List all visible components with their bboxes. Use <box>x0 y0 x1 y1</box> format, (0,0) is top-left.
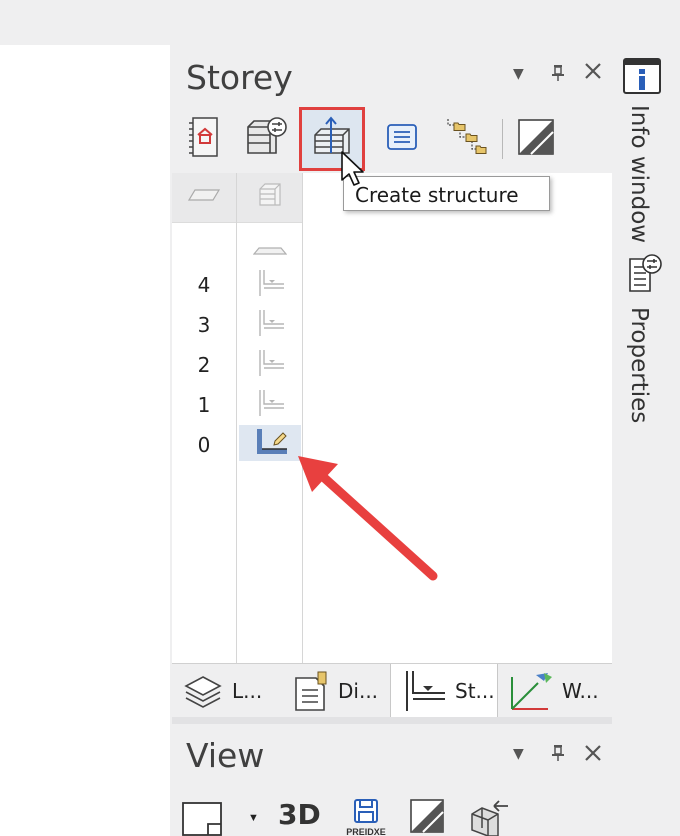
storey-number[interactable]: 3 <box>194 313 214 337</box>
mouse-cursor-icon <box>341 151 364 186</box>
panel-splitter[interactable] <box>172 717 612 724</box>
create-structure-tooltip: Create structure <box>343 176 550 211</box>
properties-icon[interactable] <box>626 253 664 298</box>
storey-toolbar <box>172 105 612 173</box>
document-icon <box>292 670 330 712</box>
3d-view-button[interactable]: 3D <box>278 798 321 831</box>
viewport-button[interactable] <box>182 802 224 836</box>
storey-number[interactable]: 0 <box>194 433 214 457</box>
layers-icon <box>182 671 224 711</box>
close-icon[interactable] <box>583 61 603 85</box>
list-icon <box>385 122 419 157</box>
walk-view-button[interactable] <box>468 798 512 836</box>
view-display-button[interactable] <box>409 798 445 836</box>
tab-label: W... <box>562 678 599 703</box>
view-toolbar: ▼ 3D PREIDXE <box>172 790 612 836</box>
structure-tree-button[interactable] <box>436 105 492 173</box>
tab-workspace[interactable]: W... <box>498 664 612 717</box>
panel-menu-chevron-icon[interactable]: ▼ <box>513 66 524 82</box>
view-panel-title: View <box>186 736 265 775</box>
cube-icon <box>256 181 284 214</box>
toolbar-separator <box>502 119 503 159</box>
storey-level-icon[interactable] <box>253 268 287 298</box>
save-icon <box>353 799 379 828</box>
viewport-icon <box>182 802 224 836</box>
pin-icon[interactable] <box>550 744 566 766</box>
info-window-icon[interactable] <box>622 57 662 100</box>
tab-label: L... <box>232 678 263 703</box>
storey-level-icon[interactable] <box>253 388 287 418</box>
properties-tab[interactable]: Properties <box>626 307 652 423</box>
storey-properties-button[interactable] <box>238 105 294 173</box>
storey-panel-title: Storey <box>186 58 293 97</box>
folder-tree-icon <box>440 115 488 164</box>
half-tone-icon <box>517 118 555 161</box>
tab-layers[interactable]: L... <box>172 664 282 717</box>
drawing-canvas[interactable] <box>0 45 170 836</box>
info-window-tab[interactable]: Info window <box>626 105 652 243</box>
axes-icon <box>508 669 554 713</box>
view-cube-arrow-icon <box>468 800 512 836</box>
top-strip <box>0 0 680 45</box>
half-tone-icon <box>409 799 445 836</box>
storey-number[interactable]: 2 <box>194 353 214 377</box>
tab-label: Di... <box>338 678 379 703</box>
save-view-button[interactable]: PREIDXE <box>344 798 388 836</box>
structure-icon <box>401 669 447 713</box>
building-settings-button[interactable] <box>176 105 232 173</box>
panel-tabs: L... Di... St... W... <box>172 663 612 717</box>
storey-list-button[interactable] <box>374 105 430 173</box>
save-view-label: PREIDXE <box>346 827 386 836</box>
display-button[interactable] <box>508 105 564 173</box>
right-side-rail: Info window Properties <box>612 45 680 836</box>
panel-menu-chevron-icon[interactable]: ▼ <box>513 746 524 762</box>
plane-icon <box>187 188 221 207</box>
building-book-icon <box>186 115 222 164</box>
roof-plane-icon[interactable] <box>252 241 288 271</box>
storey-number[interactable]: 4 <box>194 273 214 297</box>
tab-label: St... <box>455 678 495 703</box>
storey-number[interactable]: 1 <box>194 393 214 417</box>
close-icon[interactable] <box>583 743 603 767</box>
structure-column-header[interactable] <box>237 173 302 223</box>
storey-number-column: 4 3 2 1 0 <box>172 173 237 663</box>
stacked-storeys-settings-icon <box>242 113 290 166</box>
storey-level-icon[interactable] <box>253 308 287 338</box>
plane-column-header[interactable] <box>172 173 236 223</box>
storey-level-icon[interactable] <box>253 348 287 378</box>
pin-icon[interactable] <box>550 64 566 86</box>
tab-drawing-files[interactable]: Di... <box>282 664 390 717</box>
tab-structure[interactable]: St... <box>390 664 498 717</box>
annotation-arrow <box>298 456 438 581</box>
viewport-dropdown-chevron-icon[interactable]: ▼ <box>248 812 259 824</box>
